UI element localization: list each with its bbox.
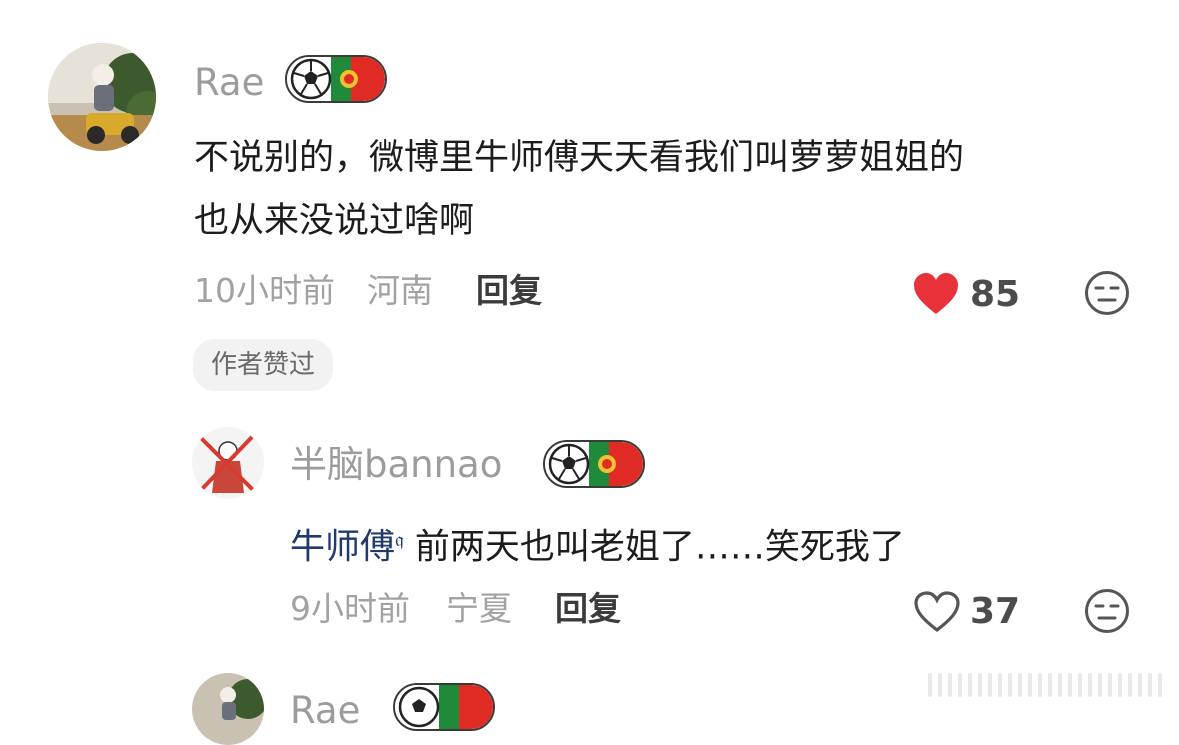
comment-location: 河南 [367,271,433,310]
heart-icon[interactable] [912,272,960,316]
avatar[interactable] [192,427,264,499]
neutral-face-icon[interactable] [1083,269,1131,317]
like-count: 85 [970,274,1021,315]
comment-location: 宁夏 [446,589,512,628]
reply-text-line: 牛师傅𝔮 前两天也叫老姐了……笑死我了 [290,508,905,580]
soccer-ball-icon [548,443,590,485]
author-liked-badge: 作者赞过 [193,339,334,391]
reply-text: 前两天也叫老姐了……笑死我了 [414,527,905,568]
username[interactable]: Rae [194,64,264,101]
comment-time: 10小时前 [194,271,335,310]
like-count: 37 [970,591,1021,632]
comment-text-line: 也从来没说过啥啊 [194,201,475,241]
comment-text-line: 不说别的，微博里牛师傅天天看我们叫萝萝姐姐的 [194,138,965,178]
avatar[interactable] [48,43,156,151]
avatar[interactable] [192,673,264,745]
watermark [928,670,1176,700]
soccer-ball-icon [290,58,332,100]
reply-button[interactable]: 回复 [555,592,621,625]
reply-button[interactable]: 回复 [476,274,542,307]
username[interactable]: 半脑bannao [290,446,502,483]
heart-outline-icon[interactable] [913,590,961,634]
badge[interactable] [285,55,387,103]
mention-link[interactable]: 牛师傅 [290,528,395,568]
neutral-face-icon[interactable] [1083,587,1131,635]
badge[interactable] [543,440,645,488]
username[interactable]: Rae [290,692,360,729]
comment-time: 9小时前 [290,589,410,628]
badge[interactable] [393,683,495,731]
search-mini-icon: 𝔮 [395,527,404,551]
